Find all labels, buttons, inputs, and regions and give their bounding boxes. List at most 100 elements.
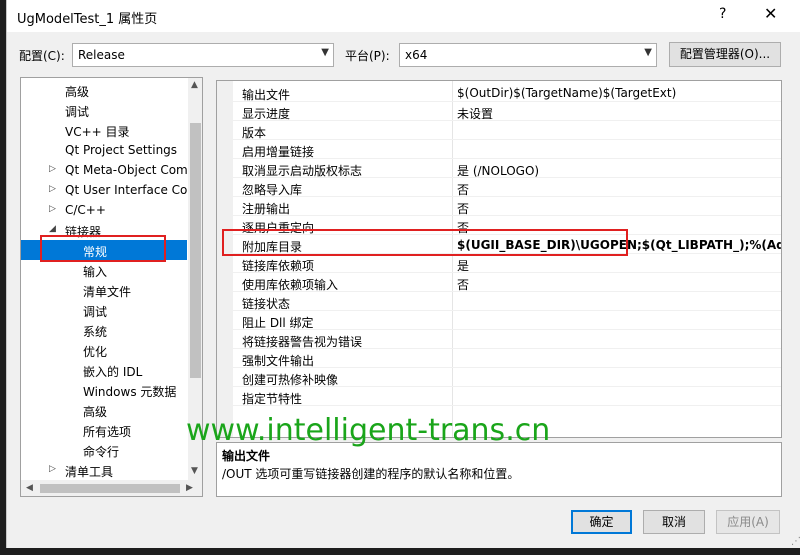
platform-label: 平台(P): [345,49,390,63]
property-row[interactable]: 指定节特性 [217,387,781,406]
expand-icon[interactable]: ▷ [49,464,56,474]
property-row[interactable]: 输出文件 $(OutDir)$(TargetName)$(TargetExt) [217,83,781,102]
property-name: 创建可热修补映像 [242,373,339,387]
property-value[interactable]: 否 [457,200,469,217]
ok-button[interactable]: 确定 [571,510,632,534]
property-grid: 输出文件 $(OutDir)$(TargetName)$(TargetExt) 显示… [216,80,782,438]
platform-value: x64 [405,48,428,62]
tree-item[interactable]: 输入 [21,260,187,280]
property-name: 链接库依赖项 [242,259,315,273]
property-value[interactable]: 否 [457,276,469,293]
tree-item[interactable]: 嵌入的 IDL [21,360,187,380]
apply-button[interactable]: 应用(A) [716,510,780,534]
property-name: 使用库依赖项输入 [242,278,339,292]
tree-item-label: 调试 [65,105,90,119]
property-tree: 高级 调试 VC++ 目录 Qt Project Settings ▷ Qt Meta-O… [20,77,203,497]
property-name: 版本 [242,126,267,140]
tree-item[interactable]: 清单文件 [21,280,187,300]
scroll-down-icon[interactable]: ▼ [191,466,198,476]
property-value[interactable]: 否 [457,181,469,198]
description-text: /OUT 选项可重写链接器创建的程序的默认名称和位置。 [222,467,520,481]
property-row[interactable]: 显示进度 未设置 [217,102,781,122]
tree-item-label: 高级 [65,85,90,99]
tree-item[interactable]: ▷ Qt Meta-Object Com [21,160,187,180]
tree-item-label: 命令行 [83,445,120,459]
property-name: 指定节特性 [242,392,303,406]
tree-item[interactable]: 高级 [21,400,187,420]
scroll-right-icon[interactable]: ▶ [186,483,193,493]
property-row[interactable]: 注册输出 否 [217,197,781,217]
description-title: 输出文件 [222,449,271,463]
tree-item-label: Qt User Interface Cor [65,183,187,197]
property-value[interactable]: $(OutDir)$(TargetName)$(TargetExt) [457,86,676,100]
highlight-box-tree [40,235,166,262]
close-icon[interactable]: ✕ [764,4,777,23]
tree-item-label: 嵌入的 IDL [83,365,143,379]
property-value[interactable]: 未设置 [457,105,493,122]
cancel-button[interactable]: 取消 [643,510,705,534]
property-name: 启用增量链接 [242,145,315,159]
tree-item[interactable]: 所有选项 [21,420,187,440]
scroll-thumb[interactable] [40,484,180,493]
expand-icon[interactable]: ▷ [49,184,56,194]
property-row[interactable]: 忽略导入库 否 [217,178,781,198]
tree-item[interactable]: ▷ C/C++ [21,200,187,220]
property-name: 阻止 Dll 绑定 [242,316,314,330]
tree-item-label: 调试 [83,305,108,319]
tree-item-label: 所有选项 [83,425,132,439]
property-name: 注册输出 [242,202,291,216]
property-name: 显示进度 [242,107,291,121]
property-row[interactable]: 链接库依赖项 是 [217,254,781,274]
chevron-down-icon: ▼ [644,47,652,58]
property-name: 将链接器警告视为错误 [242,335,363,349]
property-row[interactable]: 使用库依赖项输入 否 [217,273,781,293]
platform-select[interactable]: x64 ▼ [399,43,657,67]
property-pages-dialog: UgModelTest_1 属性页 ? ✕ 配置(C): Release ▼ 平… [6,0,800,548]
tree-item-label: VC++ 目录 [65,125,130,139]
resize-grip-icon[interactable]: ⋰ [791,536,800,547]
property-row[interactable]: 创建可热修补映像 [217,368,781,387]
config-manager-button[interactable]: 配置管理器(O)... [669,42,781,67]
chevron-down-icon: ▼ [321,47,329,58]
tree-horizontal-scrollbar[interactable]: ◀ ▶ [21,480,202,496]
help-icon[interactable]: ? [719,6,726,22]
tree-item[interactable]: VC++ 目录 [21,120,187,140]
expand-icon[interactable]: ▷ [49,164,56,174]
property-row[interactable]: 启用增量链接 [217,140,781,159]
title-bar: UgModelTest_1 属性页 ? ✕ [7,0,800,32]
property-row[interactable]: 将链接器警告视为错误 [217,330,781,349]
scroll-left-icon[interactable]: ◀ [26,483,33,493]
tree-item-label: 输入 [83,265,108,279]
property-row[interactable]: 版本 [217,121,781,140]
tree-item[interactable]: 调试 [21,300,187,320]
tree-item-label: 清单工具 [65,465,114,479]
tree-item-label: Qt Project Settings [65,143,178,157]
tree-item[interactable]: 命令行 [21,440,187,460]
property-name: 忽略导入库 [242,183,303,197]
config-select[interactable]: Release ▼ [72,43,334,67]
tree-item[interactable]: Windows 元数据 [21,380,187,400]
property-name: 取消显示启动版权标志 [242,164,363,178]
collapse-icon[interactable]: ◢ [49,224,56,234]
property-value[interactable]: 是 [457,257,469,274]
tree-item[interactable]: ▷ 清单工具 [21,460,187,480]
description-panel: 输出文件 /OUT 选项可重写链接器创建的程序的默认名称和位置。 [216,442,782,497]
property-row[interactable]: 强制文件输出 [217,349,781,368]
tree-item[interactable]: 调试 [21,100,187,120]
window-title: UgModelTest_1 属性页 [17,12,158,27]
config-label: 配置(C): [19,49,65,63]
tree-item[interactable]: 高级 [21,80,187,100]
property-row[interactable]: 链接状态 [217,292,781,311]
property-row[interactable]: 阻止 Dll 绑定 [217,311,781,330]
property-name: 链接状态 [242,297,291,311]
property-value[interactable]: 是 (/NOLOGO) [457,162,539,179]
tree-item[interactable]: 优化 [21,340,187,360]
scroll-thumb[interactable] [190,123,201,378]
tree-item[interactable]: ▷ Qt User Interface Cor [21,180,187,200]
scroll-up-icon[interactable]: ▲ [191,80,198,90]
property-row[interactable]: 取消显示启动版权标志 是 (/NOLOGO) [217,159,781,179]
config-value: Release [78,48,125,62]
tree-item[interactable]: 系统 [21,320,187,340]
expand-icon[interactable]: ▷ [49,204,56,214]
tree-item[interactable]: Qt Project Settings [21,140,187,160]
